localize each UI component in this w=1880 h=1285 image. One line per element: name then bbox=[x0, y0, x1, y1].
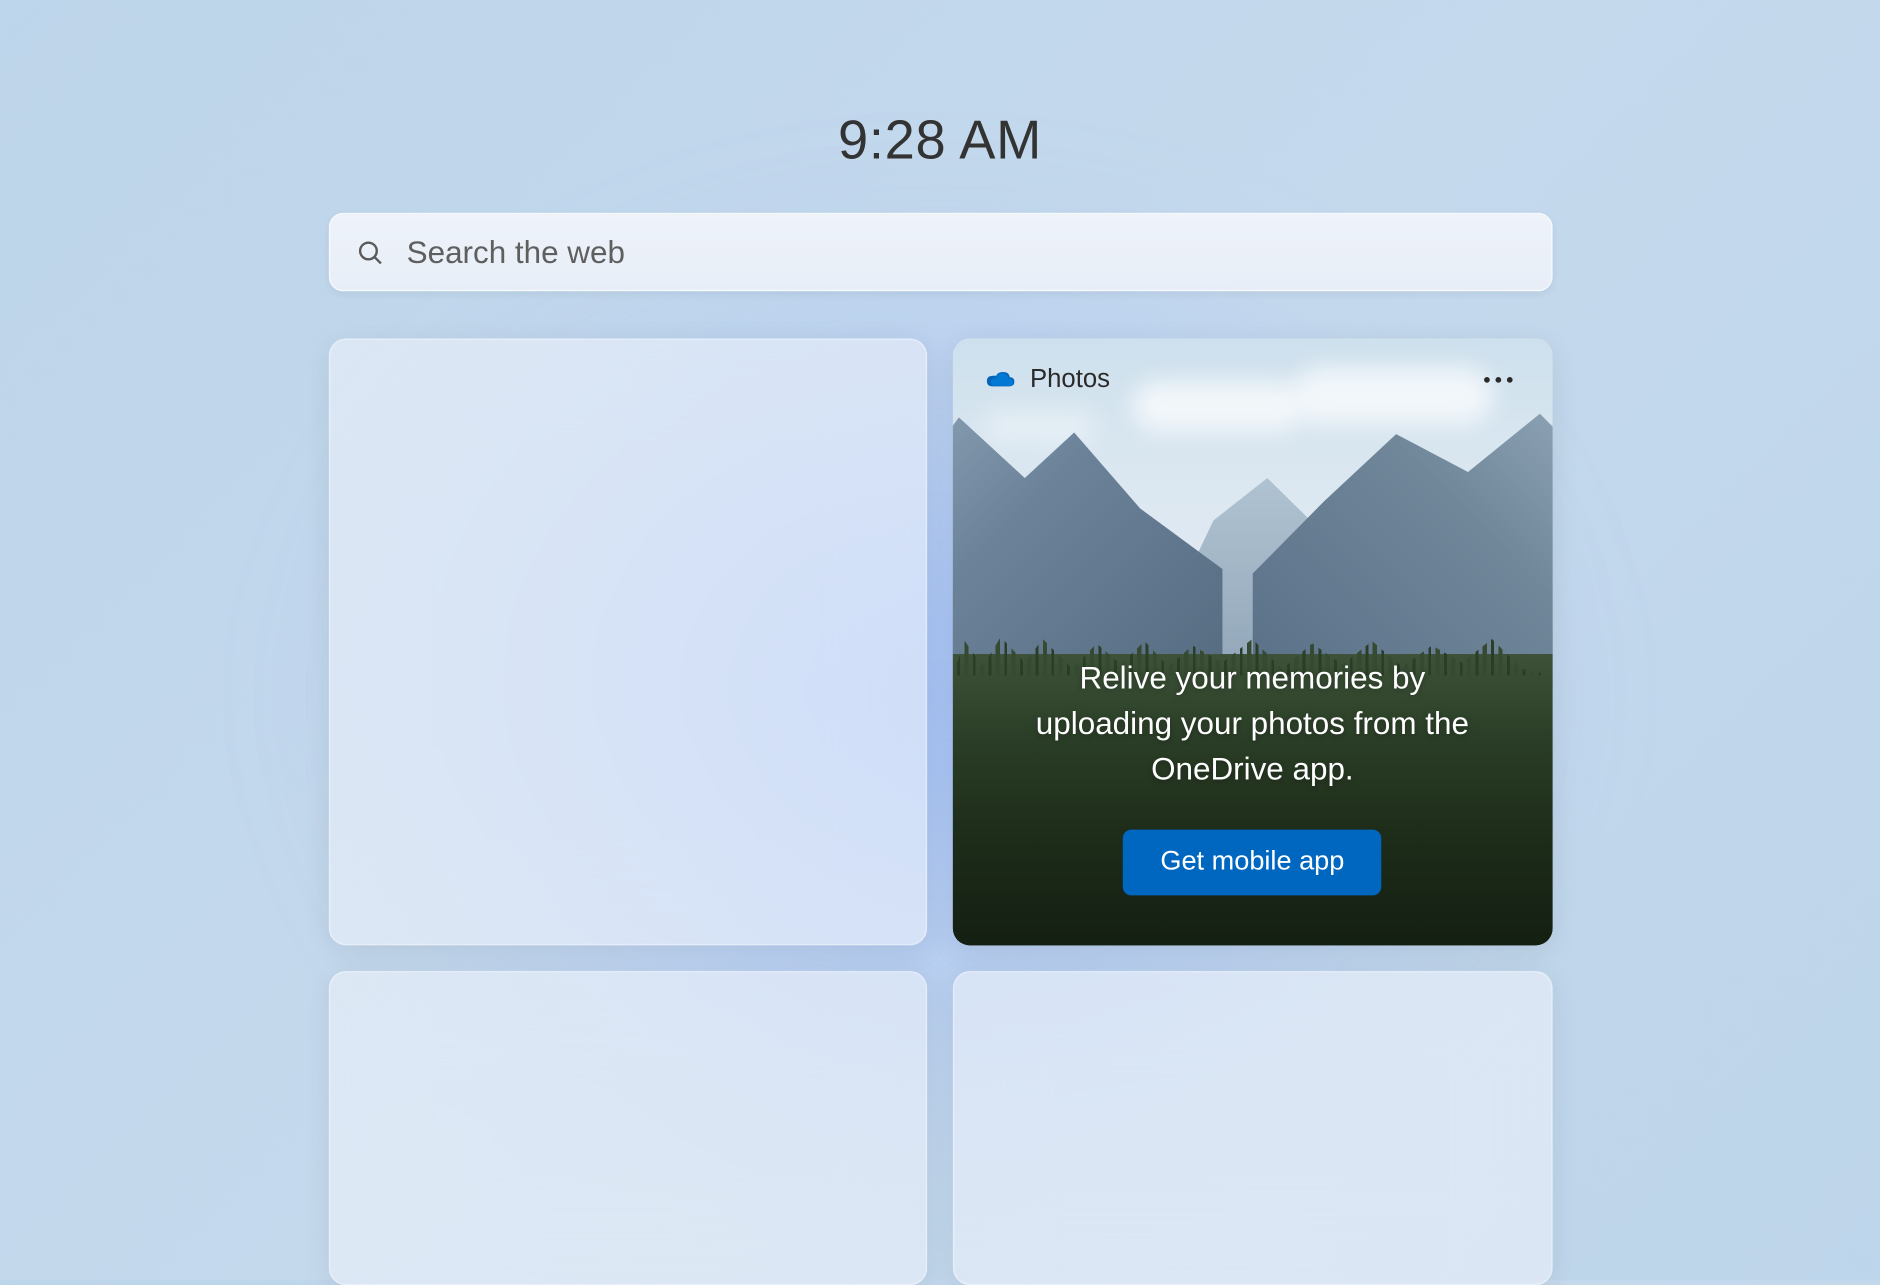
onedrive-icon bbox=[984, 368, 1015, 391]
get-mobile-app-button[interactable]: Get mobile app bbox=[1123, 830, 1381, 896]
search-input[interactable] bbox=[407, 233, 1525, 270]
photos-widget-content: Relive your memories by uploading your p… bbox=[953, 656, 1552, 945]
search-bar-container bbox=[328, 213, 1552, 292]
widget-placeholder[interactable] bbox=[953, 971, 1552, 1285]
ellipsis-icon bbox=[1483, 376, 1489, 382]
photos-promo-text: Relive your memories by uploading your p… bbox=[1010, 656, 1495, 793]
photos-widget[interactable]: Photos Relive your memories by uploading… bbox=[953, 338, 1552, 945]
photos-title-group: Photos bbox=[984, 364, 1110, 394]
photos-widget-title: Photos bbox=[1030, 364, 1110, 394]
widget-placeholder[interactable] bbox=[328, 971, 927, 1285]
search-bar[interactable] bbox=[328, 213, 1552, 292]
more-options-button[interactable] bbox=[1475, 368, 1521, 391]
widgets-board: 9:28 AM bbox=[0, 0, 1879, 1285]
widget-placeholder[interactable] bbox=[328, 338, 927, 945]
search-icon bbox=[355, 238, 384, 267]
clock-time: 9:28 AM bbox=[0, 111, 1879, 172]
widget-grid: Photos Relive your memories by uploading… bbox=[328, 338, 1552, 1285]
photos-widget-header: Photos bbox=[953, 338, 1552, 419]
